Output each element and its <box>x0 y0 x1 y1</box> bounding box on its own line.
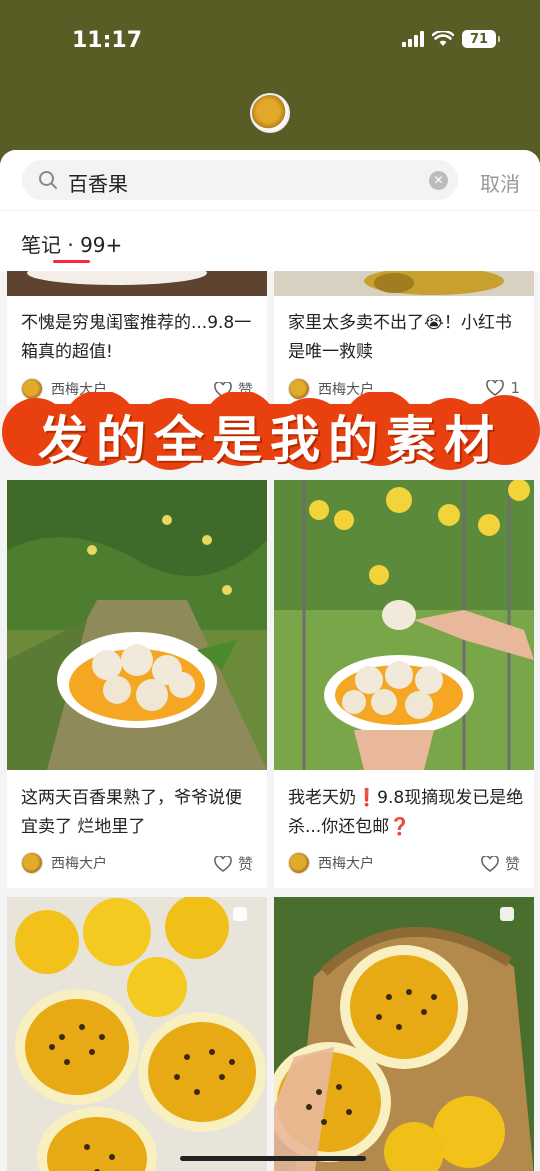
status-icons: 71 <box>402 30 500 48</box>
note-card[interactable]: 家里太多卖不出了😭！小红书是唯一救赎 西梅大户 1 <box>274 271 534 405</box>
bookmark-icon <box>233 907 247 921</box>
battery-icon: 71 <box>462 30 500 48</box>
note-image <box>274 897 534 1171</box>
tab-notes[interactable]: 笔记 · 99+ <box>21 229 122 258</box>
note-image <box>7 897 267 1171</box>
home-indicator[interactable] <box>180 1156 366 1161</box>
like-button[interactable]: 赞 <box>481 853 520 874</box>
note-card[interactable]: 不愧是穷鬼闺蜜推荐的...9.8一箱真的超值! 西梅大户 赞 <box>7 271 267 405</box>
search-icon <box>39 171 57 189</box>
search-input[interactable]: 百香果 ✕ <box>22 160 458 200</box>
note-image <box>274 480 534 770</box>
battery-level: 71 <box>469 31 489 47</box>
note-author[interactable]: 西梅大户 <box>288 852 374 874</box>
note-title: 我老天奶❗️9.8现摘现发已是绝杀...你还包邮❓ <box>288 788 524 837</box>
note-image <box>7 271 267 296</box>
like-button[interactable]: 赞 <box>214 853 253 874</box>
like-count: 赞 <box>504 855 520 873</box>
author-name: 西梅大户 <box>318 856 374 872</box>
clear-icon[interactable]: ✕ <box>429 171 448 190</box>
cellular-signal-icon <box>402 31 424 47</box>
author-avatar <box>21 852 43 874</box>
like-count: 赞 <box>237 855 253 873</box>
note-image <box>274 271 534 296</box>
note-card[interactable] <box>7 897 267 1171</box>
author-name: 西梅大户 <box>51 856 107 872</box>
top-avatar[interactable] <box>250 93 290 133</box>
wifi-icon <box>432 31 454 46</box>
search-query: 百香果 <box>68 172 128 196</box>
overlay-banner: 发的全是我的素材 <box>0 392 540 472</box>
search-results-sheet: 百香果 ✕ 取消 笔记 · 99+ 不愧是穷鬼闺蜜推荐的...9.8一箱真的超值… <box>0 150 540 1171</box>
note-title: 不愧是穷鬼闺蜜推荐的...9.8一箱真的超值! <box>21 313 252 362</box>
results-tabs: 笔记 · 99+ <box>0 210 540 272</box>
status-bar: 11:17 71 <box>0 0 540 80</box>
note-card[interactable] <box>274 897 534 1171</box>
tab-active-indicator <box>53 260 90 263</box>
note-title: 家里太多卖不出了😭！小红书是唯一救赎 <box>288 313 512 362</box>
heart-icon <box>214 855 232 872</box>
note-card[interactable]: 我老天奶❗️9.8现摘现发已是绝杀...你还包邮❓ 西梅大户 赞 <box>274 480 534 888</box>
note-card[interactable]: 这两天百香果熟了，爷爷说便宜卖了 烂地里了 西梅大户 赞 <box>7 480 267 888</box>
banner-text: 发的全是我的素材 <box>38 410 502 469</box>
note-author[interactable]: 西梅大户 <box>21 852 107 874</box>
search-bar: 百香果 ✕ 取消 <box>0 150 540 210</box>
author-avatar <box>288 852 310 874</box>
status-time: 11:17 <box>72 28 143 53</box>
note-title: 这两天百香果熟了，爷爷说便宜卖了 烂地里了 <box>21 788 242 837</box>
note-image <box>7 480 267 770</box>
bookmark-icon <box>500 907 514 921</box>
cancel-button[interactable]: 取消 <box>480 168 520 197</box>
heart-icon <box>481 855 499 872</box>
